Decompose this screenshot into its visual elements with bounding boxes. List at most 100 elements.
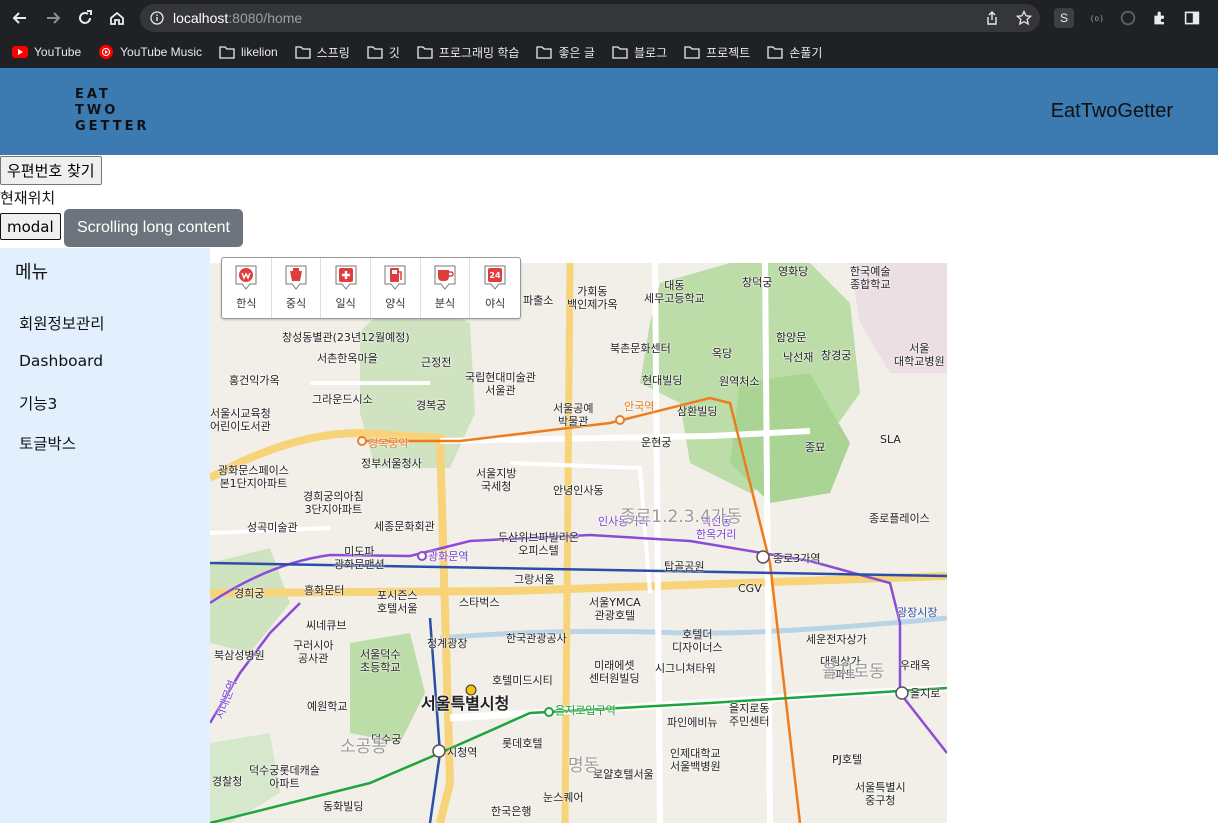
map-label: 창성동별관(23년12월예정) [282,331,410,344]
map-label: 청계광장 [427,637,468,650]
map-label: 파출소 [523,294,554,307]
bookmark-label: likelion [240,45,278,59]
forward-arrow-icon[interactable] [42,7,64,29]
sidebar-item-dashboard[interactable]: Dashboard [19,352,103,370]
map-label: 인제대학교 서울백병원 [670,747,721,773]
home-icon[interactable] [106,7,128,29]
sidebar: 메뉴 회원정보관리 Dashboard 기능3 토글박스 [0,248,210,823]
folder-icon [767,45,783,59]
svg-text:24: 24 [490,271,502,280]
bookmark-folder-spring[interactable]: 스프링 [295,44,350,61]
map-label: SLA [880,433,901,446]
map-label-city-hall: 서울특별시청 [421,694,510,713]
share-icon[interactable] [984,10,1000,26]
profile-avatar[interactable]: S [1054,8,1074,28]
map-label: 국립현대미술관 서울관 [465,371,536,397]
extensions-puzzle-icon[interactable] [1150,8,1170,28]
map-label: 종로플레이스 [869,512,930,525]
bookmark-folder-project[interactable]: 프로젝트 [684,44,750,61]
map-label: 함양문 [776,331,807,344]
extension-code-icon[interactable]: (o) [1086,8,1106,28]
logo-line: GETTER [75,119,150,134]
side-panel-icon[interactable] [1182,8,1202,28]
site-info-icon[interactable] [150,11,164,25]
back-arrow-icon[interactable] [9,7,31,29]
folder-icon [367,45,383,59]
bookmark-folder-git[interactable]: 깃 [367,44,400,61]
sidebar-item-feature3[interactable]: 기능3 [19,392,57,414]
category-western[interactable]: 양식 [371,258,421,318]
category-label: 양식 [385,297,406,310]
loading-icon[interactable] [1118,8,1138,28]
map-label: 서울특별시 중구청 [855,781,906,807]
bookmark-youtube-music[interactable]: YouTube Music [98,45,202,59]
map-label: 미도파 광화문맨션 [334,545,385,571]
map-label: 롯데호텔 [502,737,543,750]
map-label: 예원학교 [307,700,348,713]
category-japanese[interactable]: 일식 [321,258,372,318]
category-korean[interactable]: 한식 [222,258,272,318]
map-label: 경복궁 [416,399,447,412]
site-name: EatTwoGetter [1050,100,1173,122]
current-location-label: 현재위치 [0,189,56,207]
bookmark-folder-programming[interactable]: 프로그래밍 학습 [417,44,519,61]
map-label: 창덕궁 [742,276,773,289]
map-label: 서울덕수 초등학교 [360,648,401,674]
map-label: CGV [738,582,762,595]
category-late-night[interactable]: 24 야식 [470,258,520,318]
map-label: 한국관광공사 [506,632,567,645]
reload-icon[interactable] [74,7,96,29]
bookmark-label: 블로그 [633,45,668,60]
bookmark-folder-likelion[interactable]: likelion [219,45,278,59]
category-label: 분식 [434,297,456,310]
snack-food-icon [434,265,456,290]
map-label: 북촌문화센터 [610,342,671,355]
chinese-food-icon [285,265,307,290]
category-snack[interactable]: 분식 [421,258,471,318]
map-label: 영화당 [778,265,809,278]
bookmark-label: 스프링 [316,45,350,60]
map-label: 광장시장 [897,606,938,619]
site-logo[interactable]: EAT TWO GETTER [75,87,150,135]
sidebar-item-toggle-box[interactable]: 토글박스 [19,432,76,454]
bookmark-folder-blog[interactable]: 블로그 [612,44,667,61]
map-label: 안녕인사동 [553,484,604,497]
bookmark-label: YouTube [34,45,82,59]
bookmark-folder-warmup[interactable]: 손풀기 [767,44,822,61]
postcode-search-button[interactable]: 우편번호 찾기 [0,156,102,185]
sidebar-item-member-info[interactable]: 회원정보관리 [19,312,105,334]
scrolling-content-button[interactable]: Scrolling long content [64,209,243,247]
map-view[interactable]: 가회동 백인제가옥 대동 세무고등학교 창덕궁 영화당 한국예술 종합학교 파출소 창… [210,263,947,823]
bookmark-label: YouTube Music [120,45,202,59]
map-label: 종묘 [805,441,826,454]
category-chinese[interactable]: 중식 [272,258,322,318]
map-district-label: 소공동 [340,737,387,757]
map-label: 흥화문터 [304,584,345,597]
category-label: 일식 [335,297,356,310]
bookmark-youtube[interactable]: YouTube [12,45,81,59]
folder-icon [219,45,235,59]
folder-icon [295,45,311,59]
map-district-label: 명동 [568,756,600,776]
logo-line: TWO [75,103,119,118]
map-label: 우래옥 [900,659,931,672]
youtube-icon [12,45,28,59]
map-label: 홍건익가옥 [229,374,280,387]
bookmark-star-icon[interactable] [1016,10,1032,26]
address-bar[interactable]: localhost:8080/home [140,4,1040,32]
map-label: 대동 세무고등학교 [644,279,705,305]
map-label: 광화문스페이스 본1단지아파트 [218,464,289,490]
map-label: 근정전 [421,356,452,369]
modal-button[interactable]: modal [0,213,61,240]
map-label: 서울 대학교병원 [894,342,945,368]
map-label: 서울YMCA 관광호텔 [589,596,641,622]
map-district-label: 을지로동 [822,662,885,682]
map-label: 성곡미술관 [247,521,298,534]
map-label: 로얄호텔서울 [593,768,654,781]
bookmark-folder-good-writing[interactable]: 좋은 글 [536,44,595,61]
map-label: 을지로동 주민센터 [729,702,770,728]
url-text[interactable]: localhost:8080/home [173,10,302,26]
svg-text:(o): (o) [1090,14,1104,23]
url-host: localhost [173,10,229,26]
map-label: 서울시교육청 어린이도서관 [210,407,271,433]
